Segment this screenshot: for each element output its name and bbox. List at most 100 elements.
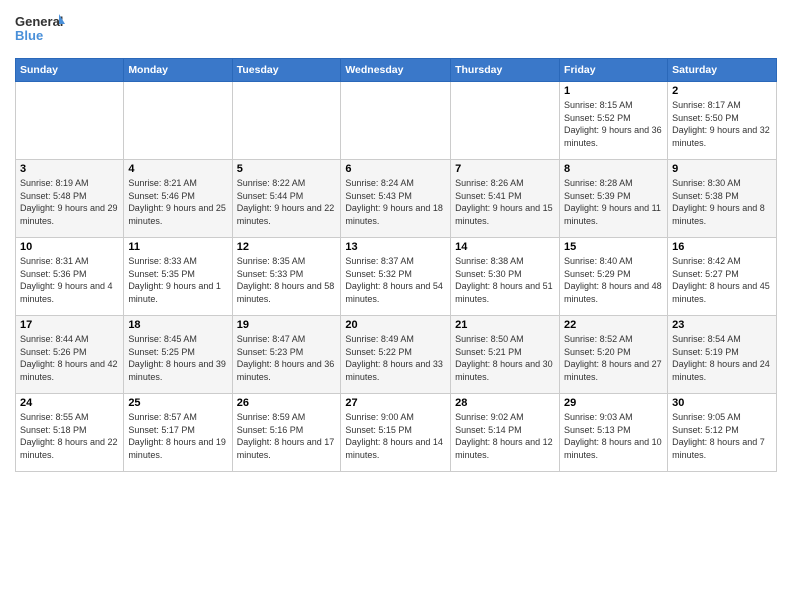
day-number: 24 xyxy=(20,397,119,409)
day-info: Sunrise: 9:00 AM Sunset: 5:15 PM Dayligh… xyxy=(345,411,446,461)
day-number: 23 xyxy=(672,319,772,331)
calendar-week-row: 10 Sunrise: 8:31 AM Sunset: 5:36 PM Dayli… xyxy=(16,238,777,316)
day-info: Sunrise: 8:45 AM Sunset: 5:25 PM Dayligh… xyxy=(128,333,227,383)
logo: General Blue xyxy=(15,10,65,50)
calendar-cell: 20 Sunrise: 8:49 AM Sunset: 5:22 PM Dayli… xyxy=(341,316,451,394)
day-info: Sunrise: 8:49 AM Sunset: 5:22 PM Dayligh… xyxy=(345,333,446,383)
day-number: 26 xyxy=(237,397,337,409)
day-info: Sunrise: 8:22 AM Sunset: 5:44 PM Dayligh… xyxy=(237,177,337,227)
calendar-week-row: 24Sunrise: 8:55 AM Sunset: 5:18 PM Dayli… xyxy=(16,394,777,472)
day-number: 20 xyxy=(345,319,446,331)
calendar-cell: 4 Sunrise: 8:21 AM Sunset: 5:46 PM Daylig… xyxy=(124,160,232,238)
calendar-cell: 26 Sunrise: 8:59 AM Sunset: 5:16 PM Dayli… xyxy=(232,394,341,472)
day-number: 12 xyxy=(237,241,337,253)
calendar-cell: 18 Sunrise: 8:45 AM Sunset: 5:25 PM Dayli… xyxy=(124,316,232,394)
calendar-week-row: 3 Sunrise: 8:19 AM Sunset: 5:48 PM Daylig… xyxy=(16,160,777,238)
day-number: 7 xyxy=(455,163,555,175)
calendar-cell: 28Sunrise: 9:02 AM Sunset: 5:14 PM Dayli… xyxy=(451,394,560,472)
day-number: 21 xyxy=(455,319,555,331)
day-info: Sunrise: 8:40 AM Sunset: 5:29 PM Dayligh… xyxy=(564,255,663,305)
day-info: Sunrise: 8:30 AM Sunset: 5:38 PM Dayligh… xyxy=(672,177,772,227)
calendar-cell: 3 Sunrise: 8:19 AM Sunset: 5:48 PM Daylig… xyxy=(16,160,124,238)
calendar-week-row: 1Sunrise: 8:15 AM Sunset: 5:52 PM Daylig… xyxy=(16,82,777,160)
day-info: Sunrise: 9:02 AM Sunset: 5:14 PM Dayligh… xyxy=(455,411,555,461)
calendar-cell: 8Sunrise: 8:28 AM Sunset: 5:39 PM Daylig… xyxy=(560,160,668,238)
day-number: 25 xyxy=(128,397,227,409)
calendar-week-row: 17Sunrise: 8:44 AM Sunset: 5:26 PM Dayli… xyxy=(16,316,777,394)
weekday-header: Saturday xyxy=(668,59,777,82)
calendar-table: SundayMondayTuesdayWednesdayThursdayFrid… xyxy=(15,58,777,472)
logo-svg: General Blue xyxy=(15,10,65,50)
page: General Blue SundayMondayTuesdayWednesda… xyxy=(0,0,792,612)
calendar-cell: 9 Sunrise: 8:30 AM Sunset: 5:38 PM Daylig… xyxy=(668,160,777,238)
weekday-header: Tuesday xyxy=(232,59,341,82)
calendar-cell: 16 Sunrise: 8:42 AM Sunset: 5:27 PM Dayli… xyxy=(668,238,777,316)
calendar-cell: 10 Sunrise: 8:31 AM Sunset: 5:36 PM Dayli… xyxy=(16,238,124,316)
day-number: 10 xyxy=(20,241,119,253)
day-info: Sunrise: 8:21 AM Sunset: 5:46 PM Dayligh… xyxy=(128,177,227,227)
calendar-cell: 30Sunrise: 9:05 AM Sunset: 5:12 PM Dayli… xyxy=(668,394,777,472)
day-info: Sunrise: 8:19 AM Sunset: 5:48 PM Dayligh… xyxy=(20,177,119,227)
calendar-cell: 19 Sunrise: 8:47 AM Sunset: 5:23 PM Dayli… xyxy=(232,316,341,394)
day-info: Sunrise: 8:47 AM Sunset: 5:23 PM Dayligh… xyxy=(237,333,337,383)
weekday-header: Wednesday xyxy=(341,59,451,82)
calendar-cell: 11 Sunrise: 8:33 AM Sunset: 5:35 PM Dayli… xyxy=(124,238,232,316)
calendar-cell: 27 Sunrise: 9:00 AM Sunset: 5:15 PM Dayli… xyxy=(341,394,451,472)
calendar-cell xyxy=(16,82,124,160)
header: General Blue xyxy=(15,10,777,50)
day-number: 19 xyxy=(237,319,337,331)
calendar-cell: 21 Sunrise: 8:50 AM Sunset: 5:21 PM Dayli… xyxy=(451,316,560,394)
weekday-header: Monday xyxy=(124,59,232,82)
calendar-cell: 14 Sunrise: 8:38 AM Sunset: 5:30 PM Dayli… xyxy=(451,238,560,316)
day-number: 2 xyxy=(672,85,772,97)
day-number: 22 xyxy=(564,319,663,331)
day-number: 9 xyxy=(672,163,772,175)
calendar-cell: 22Sunrise: 8:52 AM Sunset: 5:20 PM Dayli… xyxy=(560,316,668,394)
calendar-cell: 5Sunrise: 8:22 AM Sunset: 5:44 PM Daylig… xyxy=(232,160,341,238)
day-number: 15 xyxy=(564,241,663,253)
calendar-cell xyxy=(341,82,451,160)
day-info: Sunrise: 8:37 AM Sunset: 5:32 PM Dayligh… xyxy=(345,255,446,305)
calendar-cell: 25 Sunrise: 8:57 AM Sunset: 5:17 PM Dayli… xyxy=(124,394,232,472)
day-info: Sunrise: 8:38 AM Sunset: 5:30 PM Dayligh… xyxy=(455,255,555,305)
calendar-cell: 6Sunrise: 8:24 AM Sunset: 5:43 PM Daylig… xyxy=(341,160,451,238)
calendar-cell xyxy=(232,82,341,160)
day-info: Sunrise: 8:31 AM Sunset: 5:36 PM Dayligh… xyxy=(20,255,119,305)
day-number: 18 xyxy=(128,319,227,331)
calendar-cell: 29 Sunrise: 9:03 AM Sunset: 5:13 PM Dayli… xyxy=(560,394,668,472)
svg-text:Blue: Blue xyxy=(15,28,43,43)
weekday-header: Thursday xyxy=(451,59,560,82)
day-number: 4 xyxy=(128,163,227,175)
calendar-cell: 1Sunrise: 8:15 AM Sunset: 5:52 PM Daylig… xyxy=(560,82,668,160)
calendar-cell: 7 Sunrise: 8:26 AM Sunset: 5:41 PM Daylig… xyxy=(451,160,560,238)
day-number: 17 xyxy=(20,319,119,331)
day-info: Sunrise: 8:33 AM Sunset: 5:35 PM Dayligh… xyxy=(128,255,227,305)
day-info: Sunrise: 8:26 AM Sunset: 5:41 PM Dayligh… xyxy=(455,177,555,227)
day-info: Sunrise: 9:05 AM Sunset: 5:12 PM Dayligh… xyxy=(672,411,772,461)
day-info: Sunrise: 8:42 AM Sunset: 5:27 PM Dayligh… xyxy=(672,255,772,305)
calendar-cell: 13 Sunrise: 8:37 AM Sunset: 5:32 PM Dayli… xyxy=(341,238,451,316)
weekday-header: Sunday xyxy=(16,59,124,82)
day-info: Sunrise: 8:28 AM Sunset: 5:39 PM Dayligh… xyxy=(564,177,663,227)
calendar-cell: 15 Sunrise: 8:40 AM Sunset: 5:29 PM Dayli… xyxy=(560,238,668,316)
day-info: Sunrise: 8:35 AM Sunset: 5:33 PM Dayligh… xyxy=(237,255,337,305)
day-number: 16 xyxy=(672,241,772,253)
calendar-cell: 24Sunrise: 8:55 AM Sunset: 5:18 PM Dayli… xyxy=(16,394,124,472)
day-info: Sunrise: 8:15 AM Sunset: 5:52 PM Dayligh… xyxy=(564,99,663,149)
day-number: 13 xyxy=(345,241,446,253)
day-number: 6 xyxy=(345,163,446,175)
weekday-header-row: SundayMondayTuesdayWednesdayThursdayFrid… xyxy=(16,59,777,82)
day-info: Sunrise: 8:50 AM Sunset: 5:21 PM Dayligh… xyxy=(455,333,555,383)
day-number: 3 xyxy=(20,163,119,175)
day-number: 29 xyxy=(564,397,663,409)
day-info: Sunrise: 8:54 AM Sunset: 5:19 PM Dayligh… xyxy=(672,333,772,383)
day-info: Sunrise: 8:59 AM Sunset: 5:16 PM Dayligh… xyxy=(237,411,337,461)
day-number: 14 xyxy=(455,241,555,253)
day-info: Sunrise: 9:03 AM Sunset: 5:13 PM Dayligh… xyxy=(564,411,663,461)
calendar-cell: 23 Sunrise: 8:54 AM Sunset: 5:19 PM Dayli… xyxy=(668,316,777,394)
day-number: 27 xyxy=(345,397,446,409)
day-info: Sunrise: 8:17 AM Sunset: 5:50 PM Dayligh… xyxy=(672,99,772,149)
day-number: 11 xyxy=(128,241,227,253)
calendar-cell xyxy=(451,82,560,160)
day-info: Sunrise: 8:57 AM Sunset: 5:17 PM Dayligh… xyxy=(128,411,227,461)
